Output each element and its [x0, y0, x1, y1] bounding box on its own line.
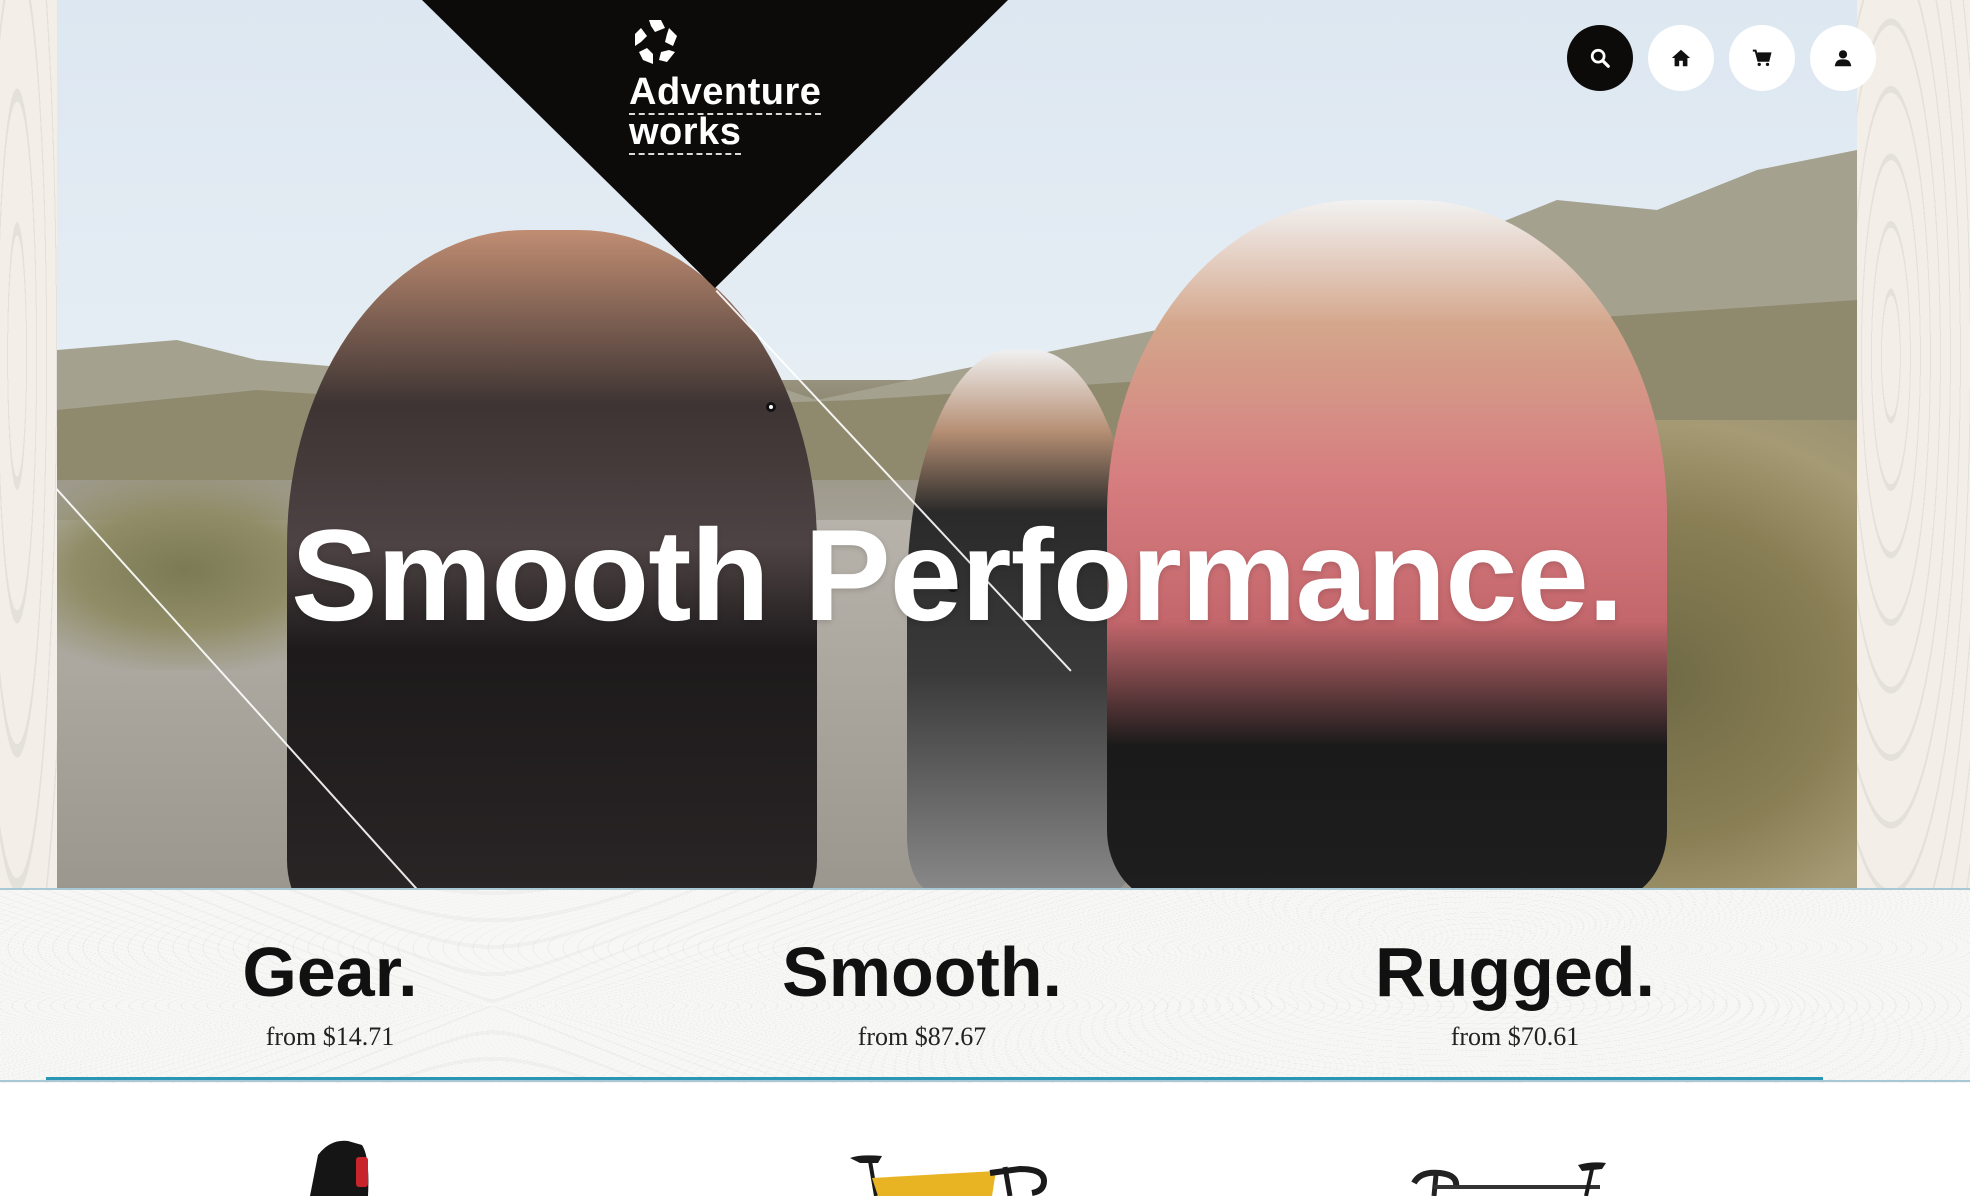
road-bike-image — [850, 1155, 1048, 1196]
product-card-smooth[interactable] — [800, 1083, 1100, 1196]
search-icon — [1590, 48, 1610, 68]
category-gear[interactable]: Gear. from $14.71 — [30, 930, 630, 1052]
product-preview-row — [0, 1083, 1970, 1196]
category-strip: Gear. from $14.71 Smooth. from $87.67 Ru… — [0, 888, 1970, 1083]
hero-headline: Smooth Performance. — [291, 502, 1624, 649]
category-list: Gear. from $14.71 Smooth. from $87.67 Ru… — [0, 890, 1970, 1080]
product-card-gear[interactable] — [230, 1083, 530, 1196]
product-card-rugged[interactable] — [1370, 1083, 1670, 1196]
category-price: from $87.67 — [857, 1022, 987, 1051]
backpack-image — [310, 1140, 369, 1196]
category-title: Smooth. — [782, 933, 1062, 1011]
search-button[interactable] — [1567, 25, 1633, 91]
account-button[interactable] — [1810, 25, 1876, 91]
cart-button[interactable] — [1729, 25, 1795, 91]
brand-line-2: works — [629, 111, 742, 155]
brand-line-1: Adventure — [629, 71, 822, 115]
category-price: from $70.61 — [1450, 1022, 1580, 1051]
category-price: from $14.71 — [265, 1022, 395, 1051]
brand-logo[interactable]: Adventure works — [629, 18, 829, 155]
logo-mark-icon — [635, 20, 677, 64]
side-pattern-left — [0, 0, 57, 890]
top-navigation — [1567, 25, 1876, 91]
home-icon — [1671, 49, 1691, 67]
side-pattern-right — [1857, 0, 1970, 890]
divider — [0, 1080, 1970, 1082]
decorative-dot — [766, 402, 776, 412]
cart-icon — [1752, 49, 1772, 67]
category-title: Rugged. — [1375, 933, 1655, 1011]
user-icon — [1834, 50, 1852, 67]
category-rugged[interactable]: Rugged. from $70.61 — [1215, 930, 1815, 1052]
mountain-bike-image — [1411, 1162, 1606, 1196]
category-smooth[interactable]: Smooth. from $87.67 — [622, 930, 1222, 1052]
category-title: Gear. — [242, 933, 418, 1011]
home-button[interactable] — [1648, 25, 1714, 91]
hero-banner: Adventure works Smooth Performance. — [57, 0, 1857, 890]
